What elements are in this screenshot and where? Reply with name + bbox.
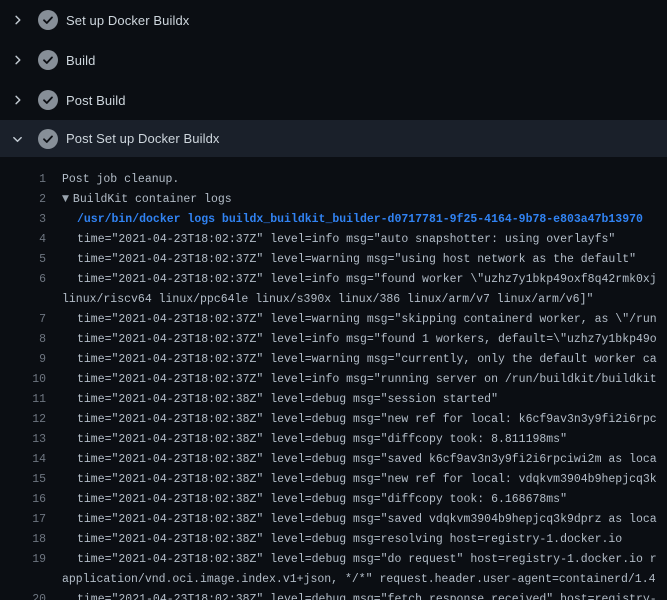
log-text: time="2021-04-23T18:02:38Z" level=debug … bbox=[46, 410, 657, 430]
check-circle-icon bbox=[38, 50, 58, 70]
line-number[interactable]: 13 bbox=[0, 430, 46, 450]
log-text: time="2021-04-23T18:02:38Z" level=debug … bbox=[46, 510, 657, 530]
line-number[interactable]: 2 bbox=[0, 190, 46, 210]
log-text: time="2021-04-23T18:02:38Z" level=debug … bbox=[46, 450, 657, 470]
log-text: time="2021-04-23T18:02:38Z" level=debug … bbox=[46, 390, 498, 410]
log-line: 4time="2021-04-23T18:02:37Z" level=info … bbox=[0, 230, 667, 250]
line-number[interactable]: 11 bbox=[0, 390, 46, 410]
step-row-post-build[interactable]: Post Build bbox=[0, 80, 667, 120]
log-line: 8time="2021-04-23T18:02:37Z" level=info … bbox=[0, 330, 667, 350]
line-number[interactable]: 1 bbox=[0, 170, 46, 190]
log-text: application/vnd.oci.image.index.v1+json,… bbox=[46, 570, 656, 590]
chevron-right-icon bbox=[12, 54, 23, 66]
line-number bbox=[0, 570, 46, 590]
log-line: 14time="2021-04-23T18:02:38Z" level=debu… bbox=[0, 450, 667, 470]
log-text: time="2021-04-23T18:02:38Z" level=debug … bbox=[46, 550, 657, 570]
log-command-text: /usr/bin/docker logs buildx_buildkit_bui… bbox=[46, 210, 643, 230]
log-text: time="2021-04-23T18:02:38Z" level=debug … bbox=[46, 470, 657, 490]
log-line: 12time="2021-04-23T18:02:38Z" level=debu… bbox=[0, 410, 667, 430]
line-number[interactable]: 14 bbox=[0, 450, 46, 470]
log-text: time="2021-04-23T18:02:37Z" level=info m… bbox=[46, 230, 615, 250]
log-line: 15time="2021-04-23T18:02:38Z" level=debu… bbox=[0, 470, 667, 490]
log-text: time="2021-04-23T18:02:38Z" level=debug … bbox=[46, 530, 622, 550]
log-line: 17time="2021-04-23T18:02:38Z" level=debu… bbox=[0, 510, 667, 530]
log-text: time="2021-04-23T18:02:38Z" level=debug … bbox=[46, 590, 657, 600]
steps-list: Set up Docker Buildx Build Post Build Post … bbox=[0, 0, 667, 157]
line-number[interactable]: 19 bbox=[0, 550, 46, 570]
check-circle-icon bbox=[38, 129, 58, 149]
step-label: Post Set up Docker Buildx bbox=[66, 131, 220, 146]
line-number[interactable]: 15 bbox=[0, 470, 46, 490]
log-line: 20time="2021-04-23T18:02:38Z" level=debu… bbox=[0, 590, 667, 600]
log-line: 6time="2021-04-23T18:02:37Z" level=info … bbox=[0, 270, 667, 290]
line-number[interactable]: 9 bbox=[0, 350, 46, 370]
log-line: 18time="2021-04-23T18:02:38Z" level=debu… bbox=[0, 530, 667, 550]
log-text: time="2021-04-23T18:02:37Z" level=info m… bbox=[46, 370, 657, 390]
log-line: 3/usr/bin/docker logs buildx_buildkit_bu… bbox=[0, 210, 667, 230]
step-row-build[interactable]: Build bbox=[0, 40, 667, 80]
line-number[interactable]: 4 bbox=[0, 230, 46, 250]
log-area: 1Post job cleanup.2 ▼ BuildKit container l… bbox=[0, 157, 667, 600]
line-number[interactable]: 12 bbox=[0, 410, 46, 430]
log-line: 16time="2021-04-23T18:02:38Z" level=debu… bbox=[0, 490, 667, 510]
log-text: time="2021-04-23T18:02:37Z" level=info m… bbox=[46, 330, 657, 350]
log-text: Post job cleanup. bbox=[46, 170, 179, 190]
log-line: 11time="2021-04-23T18:02:38Z" level=debu… bbox=[0, 390, 667, 410]
log-text: time="2021-04-23T18:02:37Z" level=warnin… bbox=[46, 350, 657, 370]
line-number[interactable]: 18 bbox=[0, 530, 46, 550]
log-line: 1Post job cleanup. bbox=[0, 170, 667, 190]
step-label: Build bbox=[66, 53, 95, 68]
step-label: Post Build bbox=[66, 93, 126, 108]
disclosure-triangle-icon[interactable]: ▼ bbox=[62, 190, 69, 209]
log-text: linux/riscv64 linux/ppc64le linux/s390x … bbox=[46, 290, 593, 310]
log-text: time="2021-04-23T18:02:37Z" level=warnin… bbox=[46, 310, 657, 330]
log-text: time="2021-04-23T18:02:37Z" level=warnin… bbox=[46, 250, 636, 270]
line-number[interactable]: 5 bbox=[0, 250, 46, 270]
log-text: time="2021-04-23T18:02:37Z" level=info m… bbox=[46, 270, 657, 290]
log-line: 19time="2021-04-23T18:02:38Z" level=debu… bbox=[0, 550, 667, 570]
log-line: 5time="2021-04-23T18:02:37Z" level=warni… bbox=[0, 250, 667, 270]
log-line-continuation: linux/riscv64 linux/ppc64le linux/s390x … bbox=[0, 290, 667, 310]
line-number[interactable]: 6 bbox=[0, 270, 46, 290]
line-number[interactable]: 7 bbox=[0, 310, 46, 330]
log-text: time="2021-04-23T18:02:38Z" level=debug … bbox=[46, 490, 567, 510]
check-circle-icon bbox=[38, 90, 58, 110]
line-number[interactable]: 20 bbox=[0, 590, 46, 600]
line-number[interactable]: 10 bbox=[0, 370, 46, 390]
step-row-set-up-docker-buildx[interactable]: Set up Docker Buildx bbox=[0, 0, 667, 40]
log-line-continuation: application/vnd.oci.image.index.v1+json,… bbox=[0, 570, 667, 590]
chevron-right-icon bbox=[12, 94, 23, 106]
line-number[interactable]: 3 bbox=[0, 210, 46, 230]
chevron-down-icon bbox=[12, 133, 23, 145]
log-line: 10time="2021-04-23T18:02:37Z" level=info… bbox=[0, 370, 667, 390]
line-number[interactable]: 16 bbox=[0, 490, 46, 510]
line-number bbox=[0, 290, 46, 310]
chevron-right-icon bbox=[12, 14, 23, 26]
log-text[interactable]: ▼ BuildKit container logs bbox=[46, 190, 232, 210]
log-group-label: BuildKit container logs bbox=[73, 193, 232, 206]
actions-log-viewer: Set up Docker Buildx Build Post Build Post … bbox=[0, 0, 667, 600]
check-circle-icon bbox=[38, 10, 58, 30]
line-number[interactable]: 17 bbox=[0, 510, 46, 530]
line-number[interactable]: 8 bbox=[0, 330, 46, 350]
step-row-post-set-up-docker-buildx[interactable]: Post Set up Docker Buildx bbox=[0, 120, 667, 157]
step-label: Set up Docker Buildx bbox=[66, 13, 189, 28]
log-line: 2 ▼ BuildKit container logs bbox=[0, 190, 667, 210]
log-line: 13time="2021-04-23T18:02:38Z" level=debu… bbox=[0, 430, 667, 450]
log-line: 9time="2021-04-23T18:02:37Z" level=warni… bbox=[0, 350, 667, 370]
log-line: 7time="2021-04-23T18:02:37Z" level=warni… bbox=[0, 310, 667, 330]
log-text: time="2021-04-23T18:02:38Z" level=debug … bbox=[46, 430, 567, 450]
